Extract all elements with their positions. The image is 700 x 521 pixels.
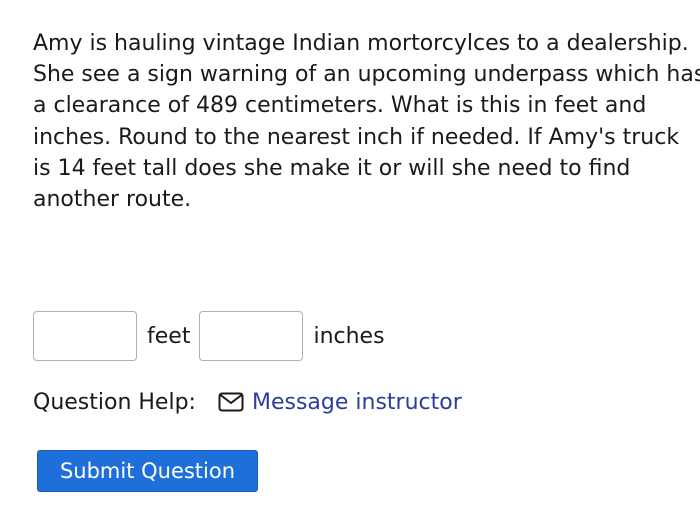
question-help-label: Question Help: <box>33 389 196 415</box>
feet-unit-label: feet <box>147 323 191 349</box>
submit-question-button[interactable]: Submit Question <box>37 450 258 492</box>
feet-input[interactable] <box>33 311 137 361</box>
question-line: Amy is hauling vintage Indian mortorcylc… <box>33 31 689 56</box>
inches-input[interactable] <box>199 311 304 361</box>
question-text: Amy is hauling vintage Indian mortorcylc… <box>33 28 700 215</box>
question-help-row: Question Help: Message instructor <box>33 386 462 418</box>
answer-row: feet inches <box>33 311 394 361</box>
question-line: is 14 feet tall does she make it or will… <box>33 155 631 181</box>
message-instructor-link[interactable]: Message instructor <box>252 390 462 415</box>
inches-unit-label: inches <box>313 323 385 349</box>
question-line: She see a sign warning of an upcoming un… <box>33 62 700 88</box>
question-line: another route. <box>33 187 192 213</box>
question-line: a clearance of 489 centimeters. What is … <box>33 93 647 119</box>
question-line: inches. Round to the nearest inch if nee… <box>33 124 680 150</box>
envelope-icon[interactable] <box>218 392 244 412</box>
